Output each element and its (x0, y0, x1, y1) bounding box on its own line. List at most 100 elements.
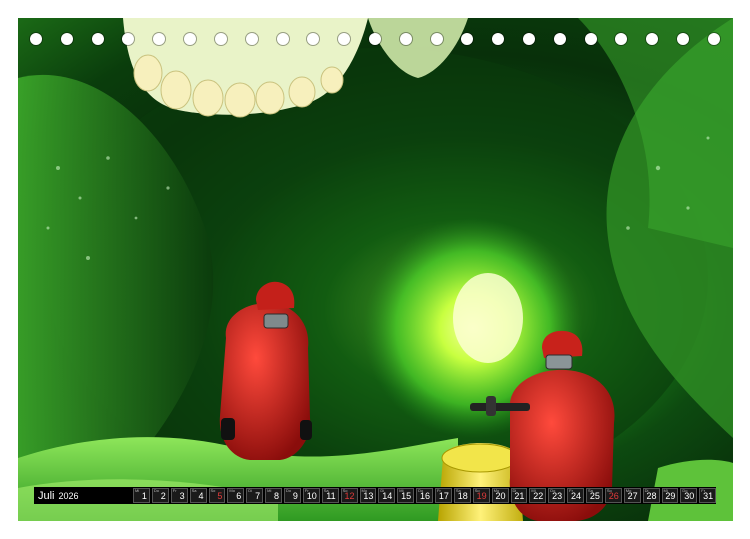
day-number: 26 (608, 491, 619, 501)
day-number: 18 (457, 491, 468, 501)
day-cell: Mi 15 (397, 488, 415, 503)
day-cell: Sa 11 (321, 488, 339, 503)
day-number: 3 (179, 491, 185, 501)
day-cell: Do 23 (548, 488, 566, 503)
binding-holes (30, 33, 720, 47)
day-cell: Mo 20 (491, 488, 509, 503)
day-number: 30 (684, 491, 695, 501)
day-number: 19 (476, 491, 487, 501)
day-cell: Do 2 (151, 488, 169, 503)
binding-hole (523, 33, 535, 45)
weekday-abbr: Mo (229, 488, 235, 493)
day-number: 22 (533, 491, 544, 501)
month-name: Juli (38, 489, 55, 502)
pepper-scene (18, 18, 733, 521)
day-cell: Fr 10 (302, 488, 320, 503)
day-cell: So 12 (340, 488, 358, 503)
day-cell: Di 28 (642, 488, 660, 503)
binding-hole (584, 33, 597, 45)
binding-hole (338, 33, 351, 45)
weekday-abbr: Do (286, 488, 292, 493)
binding-hole (214, 33, 227, 45)
binding-hole (368, 33, 381, 45)
binding-hole (307, 33, 320, 45)
day-number: 24 (570, 491, 581, 501)
day-cell: Do 30 (680, 488, 698, 503)
weekday-abbr: Mi (135, 488, 140, 493)
day-number: 17 (438, 491, 449, 501)
day-cell: Fr 31 (699, 488, 717, 503)
day-number: 31 (703, 491, 714, 501)
day-number: 23 (552, 491, 563, 501)
binding-hole (91, 33, 104, 45)
day-cells: Mi 1 Do 2 Fr 3 Sa 4 So 5 Mo 6 Di 7 Mi 8 Do 9 Fr 10 Sa 11 So 12 M… (133, 487, 717, 504)
calendar-strip: Juli 2026 Mi 1 Do 2 Fr 3 Sa 4 So 5 Mo 6 Di 7 Mi 8 Do 9 Fr 1… (34, 487, 717, 504)
day-cell: Fr 17 (435, 488, 452, 503)
day-cell: Mi 29 (661, 488, 679, 503)
day-cell: So 26 (604, 488, 622, 503)
day-cell: Sa 4 (189, 488, 207, 503)
day-cell: Mo 27 (623, 488, 641, 503)
binding-hole (646, 33, 659, 45)
binding-hole (430, 33, 443, 45)
binding-hole (60, 33, 73, 45)
day-cell: Mi 1 (133, 488, 150, 503)
day-cell: Mi 8 (265, 488, 282, 503)
day-cell: Sa 25 (586, 488, 603, 503)
day-number: 27 (627, 491, 638, 501)
day-cell: Fr 3 (170, 488, 188, 503)
month-label: Juli 2026 (34, 487, 133, 504)
weekday-abbr: So (210, 488, 216, 493)
day-number: 10 (306, 491, 317, 501)
binding-hole (245, 33, 258, 45)
binding-hole (707, 33, 720, 45)
binding-hole (615, 33, 628, 45)
day-number: 28 (646, 491, 657, 501)
day-number: 6 (236, 491, 242, 501)
day-number: 4 (198, 491, 204, 501)
day-number: 14 (382, 491, 393, 501)
binding-hole (399, 33, 412, 45)
day-cell: Mi 22 (529, 488, 547, 503)
weekday-abbr: Fr (172, 488, 177, 493)
day-number: 11 (326, 491, 336, 501)
binding-hole (553, 33, 566, 45)
day-cell: Do 9 (284, 488, 301, 503)
day-cell: Di 14 (378, 488, 396, 503)
day-number: 1 (141, 491, 147, 501)
binding-hole (492, 33, 505, 45)
binding-hole (30, 33, 42, 45)
binding-hole (677, 33, 690, 45)
day-cell: So 5 (208, 488, 226, 503)
day-cell: Di 7 (246, 488, 264, 503)
day-number: 16 (419, 491, 430, 501)
binding-hole (153, 33, 166, 45)
day-cell: Di 21 (510, 488, 528, 503)
day-cell: Sa 18 (453, 488, 471, 503)
day-number: 13 (363, 491, 374, 501)
year-label: 2026 (58, 490, 79, 501)
binding-hole (184, 33, 197, 45)
day-cell: Mo 6 (227, 488, 245, 503)
weekday-abbr: Mi (267, 488, 272, 493)
day-number: 20 (495, 491, 506, 501)
day-number: 21 (514, 491, 525, 501)
day-cell: Mo 13 (359, 488, 377, 503)
day-number: 29 (665, 491, 676, 501)
day-number: 7 (255, 491, 261, 501)
day-number: 5 (217, 491, 223, 501)
day-number: 15 (401, 491, 412, 501)
calendar-photo (18, 18, 733, 521)
weekday-abbr: Do (153, 488, 159, 493)
day-number: 9 (292, 491, 298, 501)
weekday-abbr: Di (248, 488, 253, 493)
weekday-abbr: Sa (191, 488, 197, 493)
day-cell: Fr 24 (567, 488, 584, 503)
day-cell: So 19 (472, 488, 490, 503)
day-number: 12 (344, 491, 355, 501)
binding-hole (276, 33, 289, 45)
day-number: 8 (273, 491, 279, 501)
day-cell: Do 16 (416, 488, 433, 503)
binding-hole (461, 33, 474, 45)
binding-hole (122, 33, 135, 45)
